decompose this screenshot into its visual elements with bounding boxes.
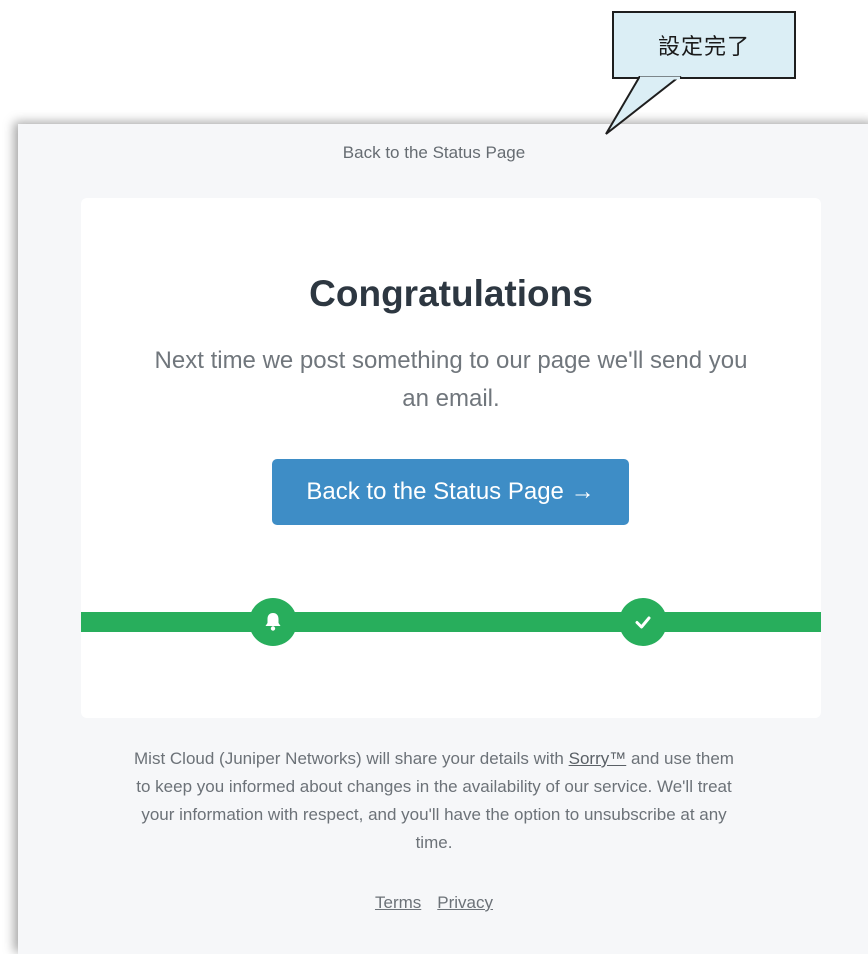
privacy-notice: Mist Cloud (Juniper Networks) will share…	[134, 745, 734, 857]
back-to-status-link[interactable]: Back to the Status Page	[0, 143, 868, 163]
privacy-link[interactable]: Privacy	[437, 893, 493, 912]
callout-pointer	[605, 76, 682, 135]
terms-link[interactable]: Terms	[375, 893, 421, 912]
confirmation-message: Next time we post something to our page …	[154, 347, 748, 412]
privacy-text-start: Mist Cloud (Juniper Networks) will share…	[134, 749, 569, 768]
back-to-status-button[interactable]: Back to the Status Page →	[272, 459, 629, 525]
progress-bar	[81, 612, 821, 632]
annotation-callout: 設定完了	[612, 11, 796, 79]
bell-step	[249, 598, 297, 646]
sorry-link[interactable]: Sorry™	[569, 749, 627, 768]
bell-icon	[265, 613, 281, 631]
footer-links: Terms Privacy	[0, 893, 868, 913]
check-icon	[635, 616, 651, 629]
page-title: Congratulations	[309, 273, 593, 314]
confirmation-card: Congratulations Next time we post someth…	[81, 198, 821, 718]
check-step	[619, 598, 667, 646]
annotation-label: 設定完了	[657, 34, 750, 59]
